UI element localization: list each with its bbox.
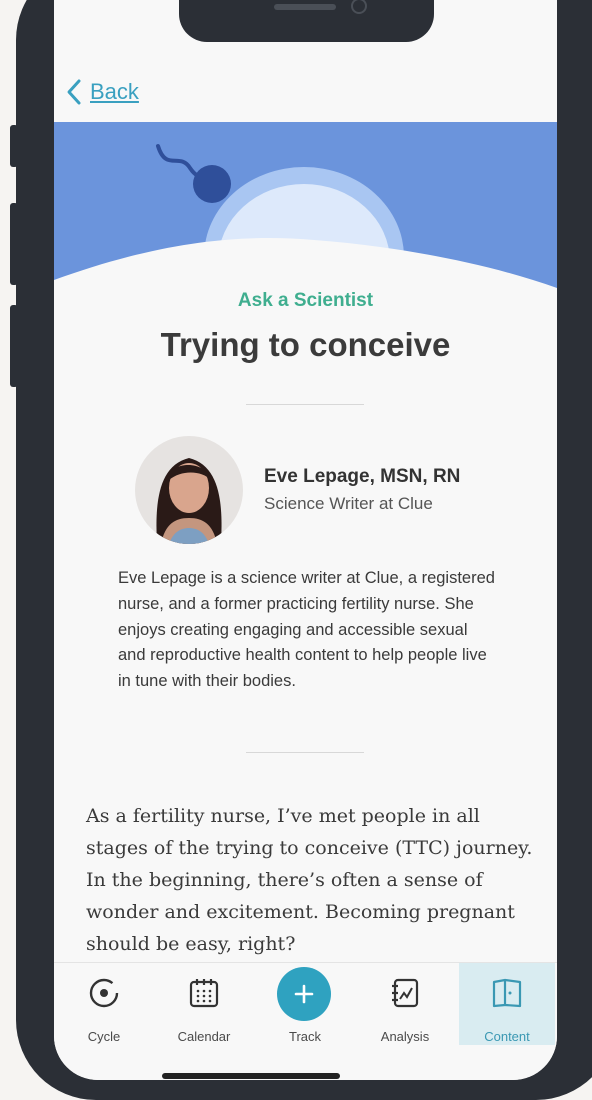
tab-content[interactable]: Content [459, 963, 555, 1045]
app-screen: Back Ask a Scientist Trying to conceive … [54, 0, 557, 1080]
speaker [274, 4, 336, 10]
author-avatar [135, 436, 243, 544]
back-button[interactable]: Back [66, 78, 139, 106]
phone-side-button [10, 305, 18, 387]
camera-icon [351, 0, 367, 14]
plus-icon [294, 984, 314, 1004]
author-role: Science Writer at Clue [264, 494, 433, 513]
author-bio: Eve Lepage is a science writer at Clue, … [118, 569, 495, 691]
page-title: Trying to conceive [160, 326, 451, 363]
author-name: Eve Lepage, MSN, RN [264, 466, 461, 487]
tab-track[interactable]: Track [257, 963, 353, 1045]
article-category: Ask a Scientist [237, 290, 374, 311]
divider [246, 404, 364, 405]
phone-side-button [10, 125, 18, 167]
tab-label: Analysis [380, 1029, 430, 1044]
chevron-left-icon [67, 79, 81, 105]
cycle-icon [89, 978, 119, 1008]
home-indicator[interactable] [162, 1073, 340, 1079]
track-button[interactable] [277, 967, 331, 1021]
hero-illustration [54, 122, 557, 292]
analysis-icon [392, 978, 419, 1008]
book-icon [492, 978, 522, 1008]
tab-label: Calendar [177, 1029, 231, 1044]
phone-side-button [10, 203, 18, 285]
tab-label: Track [288, 1029, 322, 1044]
phone-notch [179, 0, 434, 42]
article-body: As a fertility nurse, I’ve met people in… [86, 805, 533, 955]
tab-analysis[interactable]: Analysis [357, 963, 453, 1045]
tab-cycle[interactable]: Cycle [56, 963, 152, 1045]
tab-label: Content [484, 1029, 530, 1044]
calendar-icon [189, 979, 219, 1008]
tab-label: Cycle [87, 1029, 121, 1044]
tab-bar: Cycle Calendar Track Analysis Content [54, 962, 557, 1080]
divider [246, 752, 364, 753]
tab-calendar[interactable]: Calendar [156, 963, 252, 1045]
back-label: Back [90, 79, 139, 104]
